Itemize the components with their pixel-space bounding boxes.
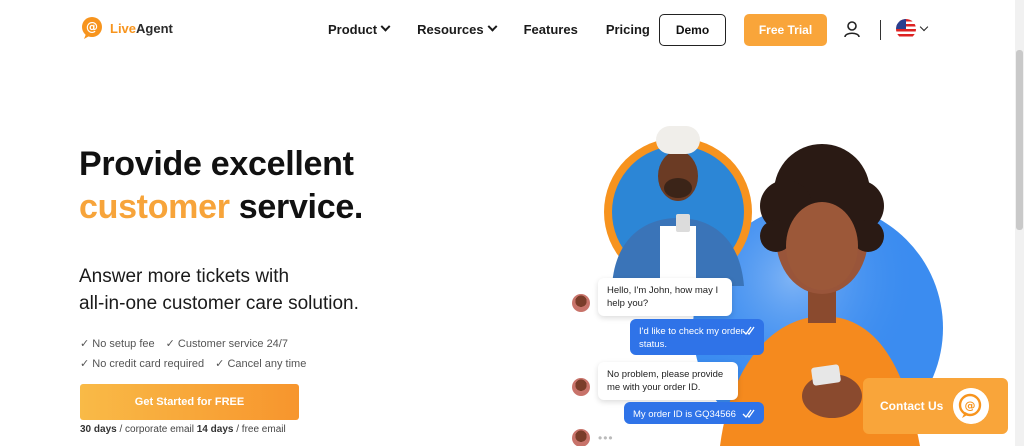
chat-message-agent: Hello, I'm John, how may I help you? (598, 278, 732, 316)
nav-resources[interactable]: Resources (417, 18, 498, 40)
feature-checklist: ✓ No setup fee ✓ Customer service 24/7 ✓ … (80, 334, 317, 374)
scrollbar-thumb[interactable] (1016, 50, 1023, 230)
nav-product-label: Product (328, 21, 378, 37)
nav-pricing-label: Pricing (605, 21, 650, 37)
check-item: ✓ No credit card required (80, 358, 205, 370)
typing-indicator: ••• (598, 431, 614, 445)
double-check-icon (742, 326, 755, 335)
svg-text:@: @ (86, 20, 98, 34)
language-chevron-icon[interactable] (919, 22, 929, 32)
svg-text:@: @ (965, 399, 976, 412)
hero-subtitle: Answer more tickets with all-in-one cust… (79, 266, 359, 314)
logo-icon: @ (82, 17, 102, 39)
trial-note: 30 days / corporate email 14 days / free… (80, 424, 286, 435)
nav-resources-label: Resources (417, 21, 484, 37)
agent-avatar (572, 378, 590, 396)
chat-message-customer: My order ID is GQ34566 (624, 402, 764, 424)
user-icon[interactable] (843, 20, 861, 38)
agent-avatar (572, 429, 590, 446)
check-item: ✓ Customer service 24/7 (165, 338, 288, 350)
get-started-button[interactable]: Get Started for FREE (80, 384, 299, 420)
check-item: ✓ No setup fee (80, 338, 155, 350)
nav-features[interactable]: Features (524, 18, 578, 40)
agent-avatar (572, 294, 590, 312)
logo-text: LiveAgent (110, 20, 173, 36)
nav-pricing[interactable]: Pricing (606, 18, 650, 40)
contact-us-label: Contact Us (880, 399, 944, 413)
chevron-down-icon (380, 21, 391, 32)
chat-bubble-icon[interactable]: @ (953, 388, 989, 424)
nav-product[interactable]: Product (328, 18, 391, 40)
hero-title-accent: customer (79, 188, 230, 226)
check-item: ✓ Cancel any time (215, 358, 307, 370)
chat-message-agent: No problem, please provide me with your … (598, 362, 738, 400)
main-nav: Product Resources Features Pricing (328, 18, 678, 40)
site-header: @ LiveAgent Product Resources Features P… (0, 0, 1024, 58)
double-check-icon (742, 409, 755, 418)
demo-button[interactable]: Demo (659, 14, 726, 46)
nav-features-label: Features (523, 21, 578, 37)
page: @ LiveAgent Product Resources Features P… (0, 0, 1024, 446)
chevron-down-icon (487, 21, 498, 32)
liveagent-logo[interactable]: @ LiveAgent (80, 16, 173, 40)
free-trial-button[interactable]: Free Trial (744, 14, 827, 46)
hero-title: Provide excellent customer service. (79, 145, 364, 226)
header-divider (880, 20, 881, 40)
chat-message-customer: I'd like to check my order status. (630, 319, 764, 355)
us-flag-icon[interactable] (896, 19, 916, 39)
